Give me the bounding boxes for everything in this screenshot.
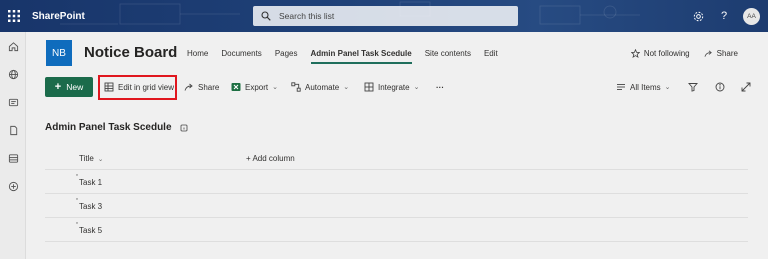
- share-icon: [184, 83, 193, 91]
- share-button[interactable]: Share: [184, 77, 219, 97]
- create-icon[interactable]: [0, 172, 26, 200]
- list-info-icon[interactable]: [180, 124, 188, 132]
- column-title-label: Title: [79, 154, 94, 163]
- site-title[interactable]: Notice Board: [84, 44, 177, 61]
- globe-icon[interactable]: [0, 60, 26, 88]
- share-icon: [704, 50, 712, 57]
- automate-button[interactable]: Automate ⌄: [291, 77, 349, 97]
- table-row[interactable]: * Task 1: [45, 170, 748, 194]
- integrate-icon: [364, 82, 374, 92]
- settings-gear-icon[interactable]: [685, 0, 711, 32]
- home-icon[interactable]: [0, 32, 26, 60]
- new-label: New: [66, 82, 84, 92]
- row-title[interactable]: Task 5: [79, 226, 102, 235]
- help-icon[interactable]: ?: [711, 0, 737, 32]
- view-switcher[interactable]: All Items ⌄: [616, 77, 671, 97]
- search-icon: [261, 11, 271, 21]
- star-icon: [630, 49, 640, 58]
- app-name[interactable]: SharePoint: [32, 11, 85, 22]
- edit-grid-label: Edit in grid view: [118, 82, 175, 92]
- avatar[interactable]: AA: [743, 7, 760, 25]
- integrate-button[interactable]: Integrate ⌄: [364, 77, 419, 97]
- site-logo[interactable]: NB: [46, 40, 72, 66]
- news-icon[interactable]: [0, 88, 26, 116]
- suite-bar: SharePoint Search this list ? AA: [0, 0, 768, 32]
- chevron-down-icon: ⌄: [97, 155, 104, 163]
- file-icon[interactable]: [0, 116, 26, 144]
- integrate-label: Integrate: [378, 82, 410, 92]
- view-options-icon: [617, 84, 625, 90]
- app-launcher-icon[interactable]: [0, 0, 28, 32]
- site-share-label: Share: [716, 49, 738, 58]
- row-title[interactable]: Task 1: [79, 178, 102, 187]
- automate-icon: [291, 82, 301, 92]
- site-share-button[interactable]: Share: [704, 49, 738, 58]
- site-navigation: Home Documents Pages Admin Panel Task Sc…: [187, 49, 511, 64]
- share-label: Share: [198, 82, 220, 92]
- nav-documents[interactable]: Documents: [221, 49, 261, 64]
- export-label: Export: [245, 82, 269, 92]
- command-bar: + New Edit in grid view Share Export ⌄ A…: [26, 74, 768, 100]
- nav-admin-panel-task-scedule[interactable]: Admin Panel Task Scedule: [310, 49, 412, 64]
- view-label: All Items: [630, 82, 661, 92]
- list-title: Admin Panel Task Scedule: [45, 122, 188, 133]
- table-row[interactable]: * Task 3: [45, 194, 748, 218]
- info-icon[interactable]: [715, 77, 725, 97]
- grid-icon: [104, 82, 114, 92]
- nav-home[interactable]: Home: [187, 49, 208, 64]
- site-header: NB Notice Board Home Documents Pages Adm…: [26, 32, 768, 74]
- lists-icon[interactable]: [0, 144, 26, 172]
- chevron-down-icon: ⌄: [413, 84, 420, 91]
- table-row[interactable]: * Task 5: [45, 218, 748, 242]
- new-item-marker: *: [76, 222, 78, 228]
- add-column-button[interactable]: + Add column: [246, 154, 295, 163]
- search-box[interactable]: Search this list: [253, 6, 518, 26]
- list-column-header: Title ⌄ + Add column: [45, 146, 748, 170]
- excel-icon: [231, 83, 241, 91]
- more-options-button[interactable]: ···: [436, 77, 444, 97]
- new-button[interactable]: + New: [45, 77, 93, 97]
- nav-edit[interactable]: Edit: [484, 49, 498, 64]
- column-header-title[interactable]: Title ⌄: [79, 154, 103, 163]
- left-app-bar: [0, 32, 26, 259]
- list-title-text: Admin Panel Task Scedule: [45, 122, 172, 133]
- expand-icon[interactable]: [741, 77, 751, 97]
- filter-icon[interactable]: [688, 77, 698, 97]
- nav-site-contents[interactable]: Site contents: [425, 49, 471, 64]
- nav-pages[interactable]: Pages: [275, 49, 298, 64]
- new-item-marker: *: [76, 198, 78, 204]
- automate-label: Automate: [305, 82, 340, 92]
- search-placeholder: Search this list: [279, 11, 335, 21]
- new-item-marker: *: [76, 174, 78, 180]
- plus-icon: +: [54, 81, 62, 93]
- chevron-down-icon: ⌄: [272, 84, 278, 91]
- follow-button[interactable]: Not following: [630, 49, 690, 58]
- follow-label: Not following: [643, 49, 690, 58]
- export-button[interactable]: Export ⌄: [231, 77, 278, 97]
- edit-in-grid-view-button[interactable]: Edit in grid view: [104, 77, 174, 97]
- chevron-down-icon: ⌄: [343, 84, 350, 91]
- row-title[interactable]: Task 3: [79, 202, 102, 211]
- chevron-down-icon: ⌄: [664, 84, 671, 91]
